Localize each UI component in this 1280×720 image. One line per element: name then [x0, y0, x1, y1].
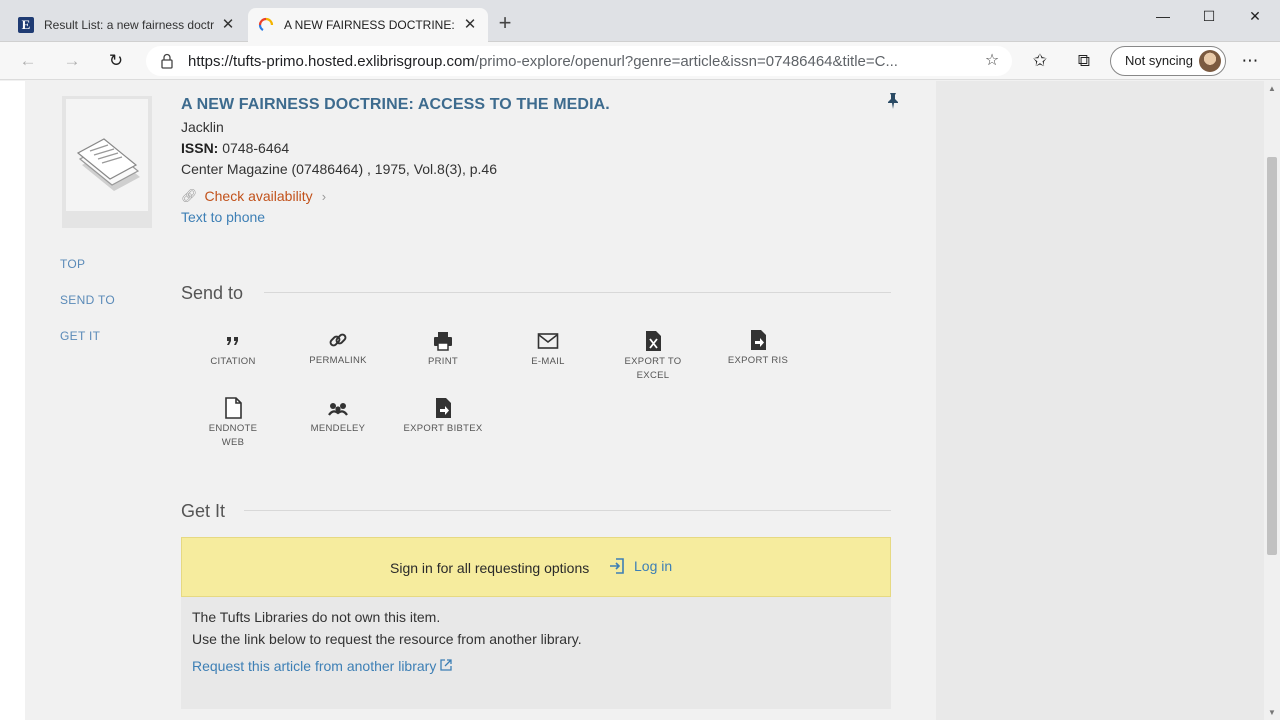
sign-in-text: Sign in for all requesting options — [390, 560, 590, 576]
collections-icon[interactable]: ⧉ — [1072, 49, 1096, 73]
profile-label: Not syncing — [1125, 53, 1193, 68]
document-icon — [225, 397, 242, 419]
text-to-phone-link[interactable]: Text to phone — [181, 209, 265, 225]
quote-icon — [227, 337, 238, 345]
scroll-up-icon[interactable]: ▲ — [1268, 84, 1276, 93]
url-field[interactable]: https://tufts-primo.hosted.exlibrisgroup… — [146, 46, 1012, 76]
action-label: E-MAIL — [531, 356, 565, 367]
scroll-down-icon[interactable]: ▼ — [1268, 708, 1276, 717]
export-file-icon — [751, 330, 766, 350]
action-label-line1: ENDNOTE — [208, 423, 258, 434]
close-window-icon[interactable]: ✕ — [1232, 4, 1278, 28]
minimize-icon[interactable]: — — [1140, 4, 1186, 28]
sign-in-banner: Sign in for all requesting options Log i… — [181, 537, 891, 597]
print-button[interactable]: PRINT — [403, 330, 483, 369]
tab-title: A NEW FAIRNESS DOCTRINE: AC — [284, 18, 456, 32]
favorites-icon[interactable]: ✩ — [1028, 49, 1052, 73]
link-icon — [329, 333, 347, 347]
login-button[interactable]: Log in — [608, 557, 672, 575]
permalink-button[interactable]: PERMALINK — [298, 329, 378, 368]
close-icon[interactable]: ✕ — [220, 17, 236, 33]
printer-icon — [434, 332, 452, 351]
chevron-right-icon: › — [321, 188, 327, 204]
avatar — [1199, 50, 1221, 72]
back-arrow-icon[interactable]: ← — [16, 49, 40, 73]
not-owned-text: The Tufts Libraries do not own this item… — [192, 609, 441, 625]
thumbnail-inner — [66, 99, 148, 211]
action-label-line2: WEB — [221, 437, 245, 448]
refresh-icon[interactable]: ↻ — [104, 49, 128, 73]
action-label-line2: EXCEL — [636, 370, 670, 381]
action-label: MENDELEY — [310, 423, 366, 434]
mendeley-button[interactable]: MENDELEY — [298, 397, 378, 436]
export-bibtex-button[interactable]: EXPORT BIBTEX — [403, 397, 483, 436]
primo-favicon-icon — [258, 17, 274, 31]
sidenav-item-top[interactable]: TOP — [60, 257, 85, 271]
maximize-icon[interactable]: ☐ — [1186, 4, 1232, 28]
export-excel-button[interactable]: EXPORT TO EXCEL — [613, 330, 693, 383]
check-availability-label: Check availability — [204, 188, 313, 204]
tab-record[interactable]: A NEW FAIRNESS DOCTRINE: AC ✕ — [248, 8, 488, 42]
action-label: EXPORT BIBTEX — [403, 423, 483, 434]
tab-result-list[interactable]: E Result List: a new fairness doctrin ✕ — [8, 8, 246, 42]
email-button[interactable]: E-MAIL — [508, 330, 588, 369]
ebsco-favicon-icon: E — [18, 17, 34, 33]
action-label-line1: EXPORT TO — [624, 356, 682, 367]
address-bar-row: ← → ↻ https://tufts-primo.hosted.exlibri… — [0, 42, 1280, 80]
envelope-icon — [537, 333, 559, 349]
export-ris-button[interactable]: EXPORT RIS — [718, 329, 798, 368]
check-availability-link[interactable]: 🔗︎ Check availability › — [181, 188, 326, 204]
scrollbar-thumb[interactable] — [1267, 157, 1277, 555]
close-icon[interactable]: ✕ — [462, 17, 478, 33]
more-menu-icon[interactable]: ⋯ — [1238, 49, 1262, 73]
article-icon — [76, 138, 140, 191]
divider — [244, 510, 891, 511]
url-text: https://tufts-primo.hosted.exlibrisgroup… — [188, 53, 968, 70]
sidenav-item-send-to[interactable]: SEND TO — [60, 293, 115, 307]
sign-in-icon — [610, 558, 624, 574]
action-label: PRINT — [428, 356, 458, 367]
chain-link-icon: 🔗︎ — [181, 188, 198, 203]
citation-button[interactable]: CITATION — [193, 330, 273, 369]
profile-button[interactable]: Not syncing — [1110, 46, 1226, 76]
action-label: PERMALINK — [309, 355, 367, 366]
tab-title: Result List: a new fairness doctrin — [44, 18, 214, 32]
action-label: CITATION — [210, 356, 256, 367]
record-issn: ISSN: 0748-6464 — [181, 140, 289, 156]
record-source: Center Magazine (07486464) , 1975, Vol.8… — [181, 161, 497, 177]
use-link-text: Use the link below to request the resour… — [192, 631, 582, 647]
url-host: https://tufts-primo.hosted.exlibrisgroup… — [188, 53, 475, 70]
export-file-icon — [436, 398, 451, 418]
excel-file-icon — [646, 331, 661, 351]
vertical-scrollbar[interactable]: ▲ ▼ — [1264, 81, 1280, 720]
lock-icon — [161, 53, 173, 69]
add-favorite-icon[interactable]: ☆ — [982, 51, 1002, 71]
issn-label: ISSN: — [181, 140, 219, 156]
page-viewport: A NEW FAIRNESS DOCTRINE: ACCESS TO THE M… — [0, 81, 1280, 720]
url-path: /primo-explore/openurl?genre=article&iss… — [474, 53, 898, 70]
divider — [264, 292, 891, 293]
pin-icon[interactable] — [885, 92, 901, 110]
record-title[interactable]: A NEW FAIRNESS DOCTRINE: ACCESS TO THE M… — [181, 96, 610, 114]
browser-tab-strip: E Result List: a new fairness doctrin ✕ … — [0, 0, 1280, 42]
request-article-link[interactable]: Request this article from another librar… — [192, 658, 452, 674]
new-tab-button[interactable]: + — [494, 12, 516, 34]
issn-value: 0748-6464 — [222, 140, 290, 156]
sidenav-item-get-it[interactable]: GET IT — [60, 329, 100, 343]
get-it-heading: Get It — [181, 501, 226, 521]
right-column — [936, 81, 1264, 720]
record-thumbnail — [62, 96, 152, 228]
availability-info: The Tufts Libraries do not own this item… — [181, 597, 891, 709]
forward-arrow-icon[interactable]: → — [60, 49, 84, 73]
endnote-web-button[interactable]: ENDNOTE WEB — [193, 397, 273, 450]
external-link-icon — [440, 659, 452, 671]
request-link-label: Request this article from another librar… — [192, 658, 437, 674]
action-label: EXPORT RIS — [727, 355, 789, 366]
send-to-heading: Send to — [181, 283, 244, 303]
mendeley-icon — [328, 403, 348, 416]
login-label: Log in — [634, 558, 673, 574]
page-left-margin — [0, 81, 25, 720]
record-author: Jacklin — [181, 119, 224, 135]
